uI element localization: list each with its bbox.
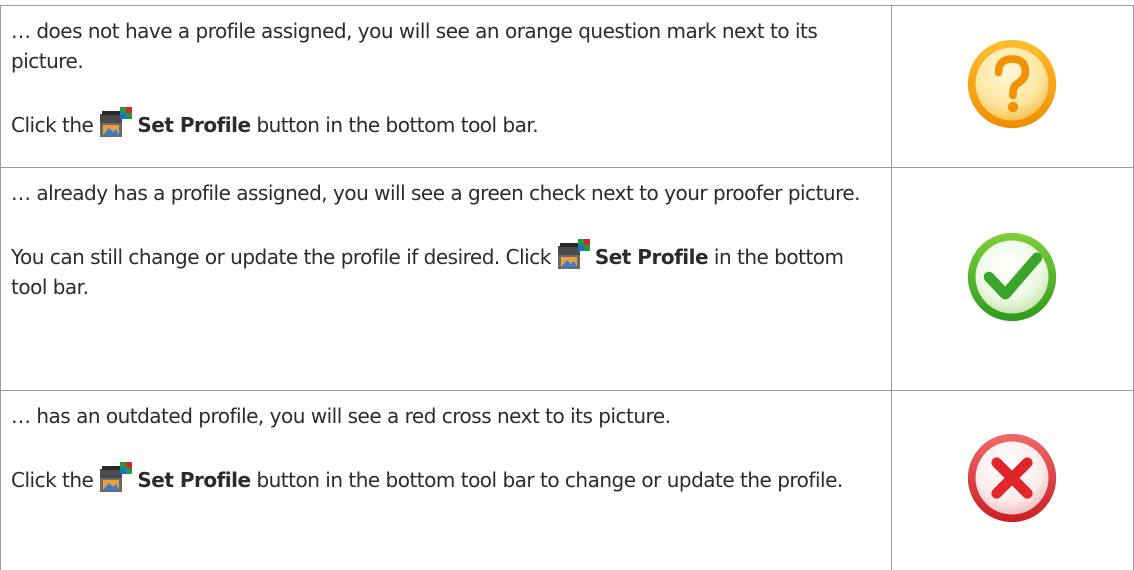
instruction-text: Click the Set Profile button in the bott… xyxy=(11,461,877,495)
instruction-suffix: button in the bottom tool bar to change … xyxy=(256,468,843,492)
red-cross-icon xyxy=(968,433,1057,522)
table-row: … already has a profile assigned, you wi… xyxy=(0,167,1134,391)
table-row: … has an outdated profile, you will see … xyxy=(0,390,1134,570)
description-cell: … already has a profile assigned, you wi… xyxy=(0,167,892,391)
profile-status-table: … does not have a profile assigned, you … xyxy=(0,5,1134,570)
instruction-text: You can still change or update the profi… xyxy=(11,238,877,302)
instruction-prefix: Click the xyxy=(11,113,94,137)
set-profile-label: Set Profile xyxy=(137,468,251,492)
description-cell: … has an outdated profile, you will see … xyxy=(0,390,892,570)
set-profile-icon xyxy=(100,462,133,492)
orange-question-icon xyxy=(968,39,1057,129)
instruction-prefix: Click the xyxy=(11,468,94,492)
icon-cell xyxy=(890,167,1134,391)
table-row: … does not have a profile assigned, you … xyxy=(0,5,1134,168)
set-profile-icon xyxy=(557,239,590,269)
status-description: … already has a profile assigned, you wi… xyxy=(11,181,861,205)
instruction-text: Click the Set Profile button in the bott… xyxy=(11,106,877,140)
description-cell: … does not have a profile assigned, you … xyxy=(0,5,892,168)
status-description: … has an outdated profile, you will see … xyxy=(11,404,671,428)
instruction-suffix: button in the bottom tool bar. xyxy=(256,113,539,137)
set-profile-label: Set Profile xyxy=(594,245,709,269)
instruction-prefix: You can still change or update the profi… xyxy=(11,245,551,269)
set-profile-label: Set Profile xyxy=(137,113,251,137)
green-check-icon xyxy=(968,232,1057,321)
set-profile-icon xyxy=(100,107,133,137)
icon-cell xyxy=(890,5,1134,168)
icon-cell xyxy=(890,390,1134,570)
status-description: … does not have a profile assigned, you … xyxy=(11,19,818,73)
